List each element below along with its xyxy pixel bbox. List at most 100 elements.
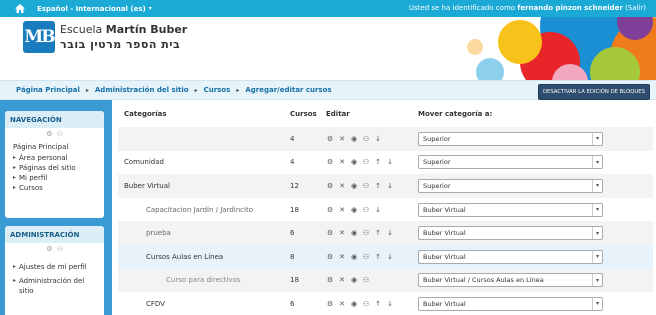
- arrow-down-icon[interactable]: ↓: [386, 182, 394, 190]
- school-logo[interactable]: MB: [23, 21, 56, 53]
- move-category-select[interactable]: Buber Virtual / Cursos Aulas en Línea ▾: [418, 273, 603, 288]
- row-actions: ⚙ ✕ ◉ ⚇ ↑ ↓: [326, 158, 412, 166]
- gear-icon[interactable]: ⚙: [326, 276, 334, 284]
- arrow-up-icon[interactable]: ↑: [374, 229, 382, 237]
- delete-icon[interactable]: ✕: [338, 206, 346, 214]
- delete-icon[interactable]: ✕: [338, 135, 346, 143]
- cohorts-icon[interactable]: ⚇: [362, 182, 370, 190]
- eye-icon[interactable]: ◉: [350, 300, 358, 308]
- users-icon[interactable]: ⚇: [57, 245, 63, 253]
- cohorts-icon[interactable]: ⚇: [362, 206, 370, 214]
- move-category-select[interactable]: Superior ▾: [418, 178, 603, 193]
- arrow-up-icon[interactable]: ↑: [374, 300, 382, 308]
- category-name[interactable]: Comunidad: [118, 151, 284, 175]
- move-category-select[interactable]: Buber Virtual ▾: [418, 249, 603, 264]
- move-category-select[interactable]: Buber Virtual ▾: [418, 296, 603, 311]
- nav-item-site-pages[interactable]: Páginas del sitio: [13, 163, 96, 173]
- category-name[interactable]: [118, 127, 284, 151]
- arrow-up-icon[interactable]: ↑: [374, 182, 382, 190]
- delete-icon[interactable]: ✕: [338, 182, 346, 190]
- gear-icon[interactable]: ⚙: [326, 300, 334, 308]
- cohorts-icon[interactable]: ⚇: [362, 300, 370, 308]
- delete-icon[interactable]: ✕: [338, 300, 346, 308]
- gear-icon[interactable]: ⚙: [326, 158, 334, 166]
- school-name: Escuela Martín Buber: [60, 23, 188, 36]
- delete-icon[interactable]: ✕: [338, 229, 346, 237]
- column-header-move: Mover categoría a:: [418, 109, 493, 118]
- gear-icon[interactable]: ⚙: [326, 229, 334, 237]
- arrow-down-icon[interactable]: ↓: [374, 206, 382, 214]
- chevron-right-icon: ▸: [194, 86, 198, 94]
- block-title: NAVEGACIÓN: [5, 111, 104, 128]
- breadcrumb-current[interactable]: Agregar/editar cursos: [245, 86, 331, 94]
- category-name[interactable]: prueba: [118, 221, 284, 245]
- breadcrumb-home[interactable]: Página Principal: [16, 86, 80, 94]
- category-name[interactable]: Capacitacion Jardín / Jardincito: [118, 198, 284, 222]
- home-icon[interactable]: [15, 4, 25, 13]
- arrow-up-icon[interactable]: ↑: [374, 158, 382, 166]
- admin-item-profile-settings[interactable]: Ajustes de mi perfil: [13, 262, 96, 272]
- move-category-select[interactable]: Superior ▾: [418, 155, 603, 170]
- course-count: 6: [284, 221, 320, 245]
- chevron-right-icon: ▸: [236, 86, 240, 94]
- category-name[interactable]: Buber Virtual: [118, 174, 284, 198]
- cohorts-icon[interactable]: ⚇: [362, 229, 370, 237]
- nav-item-profile[interactable]: Mi perfil: [13, 173, 96, 183]
- chevron-down-icon: ▾: [148, 5, 152, 12]
- nav-item-courses[interactable]: Cursos: [13, 183, 96, 193]
- arrow-down-icon[interactable]: ↓: [374, 135, 382, 143]
- nav-item-dashboard[interactable]: Área personal: [13, 153, 96, 163]
- course-count: 6: [290, 299, 295, 308]
- users-icon[interactable]: ⚇: [57, 130, 63, 138]
- course-count: 18: [290, 205, 299, 214]
- chevron-down-icon: ▾: [592, 250, 602, 263]
- eye-icon[interactable]: ◉: [350, 206, 358, 214]
- column-header-edit: Editar: [326, 109, 350, 118]
- delete-icon[interactable]: ✕: [338, 253, 346, 261]
- eye-icon[interactable]: ◉: [350, 158, 358, 166]
- categories-table: Categorías Cursos Editar Mover categoría…: [118, 100, 653, 315]
- arrow-down-icon[interactable]: ↓: [386, 158, 394, 166]
- arrow-down-icon[interactable]: ↓: [386, 229, 394, 237]
- row-actions: ⚙ ✕ ◉ ⚇ ↑ ↓: [326, 229, 412, 237]
- arrow-down-icon[interactable]: ↓: [386, 253, 394, 261]
- move-category-select[interactable]: Buber Virtual ▾: [418, 202, 603, 217]
- breadcrumb-site-admin[interactable]: Administración del sitio: [95, 86, 189, 94]
- gear-icon[interactable]: ⚙: [46, 245, 52, 253]
- gear-icon[interactable]: ⚙: [326, 253, 334, 261]
- gear-icon[interactable]: ⚙: [326, 206, 334, 214]
- hebrew-name: בית הספר מרטין בובר: [60, 38, 181, 51]
- gear-icon[interactable]: ⚙: [326, 135, 334, 143]
- course-count: 12: [284, 174, 320, 198]
- cohorts-icon[interactable]: ⚇: [362, 276, 370, 284]
- cohorts-icon[interactable]: ⚇: [362, 253, 370, 261]
- category-name[interactable]: CFDV: [118, 292, 284, 315]
- language-selector[interactable]: Español - Internacional (es): [37, 5, 146, 13]
- gear-icon[interactable]: ⚙: [326, 182, 334, 190]
- eye-icon[interactable]: ◉: [350, 253, 358, 261]
- row-actions: ⚙ ✕ ◉ ⚇ ↑ ↓: [326, 253, 412, 261]
- user-link[interactable]: fernando pinzon schneider: [517, 4, 623, 12]
- delete-icon[interactable]: ✕: [338, 276, 346, 284]
- course-count: 4: [284, 127, 320, 151]
- block-title: ADMINISTRACIÓN: [5, 226, 104, 243]
- eye-icon[interactable]: ◉: [350, 229, 358, 237]
- move-category-select[interactable]: Buber Virtual ▾: [418, 226, 603, 241]
- cohorts-icon[interactable]: ⚇: [362, 135, 370, 143]
- eye-icon[interactable]: ◉: [350, 135, 358, 143]
- move-category-select[interactable]: Superior ▾: [418, 131, 603, 146]
- eye-icon[interactable]: ◉: [350, 182, 358, 190]
- toggle-block-editing-button[interactable]: DESACTIVAR LA EDICIÓN DE BLOQUES: [537, 84, 650, 100]
- gear-icon[interactable]: ⚙: [46, 130, 52, 138]
- arrow-up-icon[interactable]: ↑: [374, 253, 382, 261]
- nav-item-home[interactable]: Página Principal: [13, 143, 96, 151]
- category-name[interactable]: Cursos Aulas en Línea: [118, 244, 284, 269]
- cohorts-icon[interactable]: ⚇: [362, 158, 370, 166]
- admin-item-site-admin[interactable]: Administración del sitio: [13, 276, 96, 296]
- eye-icon[interactable]: ◉: [350, 276, 358, 284]
- logout-link[interactable]: (Salir): [623, 4, 646, 12]
- arrow-down-icon[interactable]: ↓: [386, 300, 394, 308]
- delete-icon[interactable]: ✕: [338, 158, 346, 166]
- category-name[interactable]: Curso para directivos: [118, 268, 284, 293]
- breadcrumb-courses[interactable]: Cursos: [204, 86, 231, 94]
